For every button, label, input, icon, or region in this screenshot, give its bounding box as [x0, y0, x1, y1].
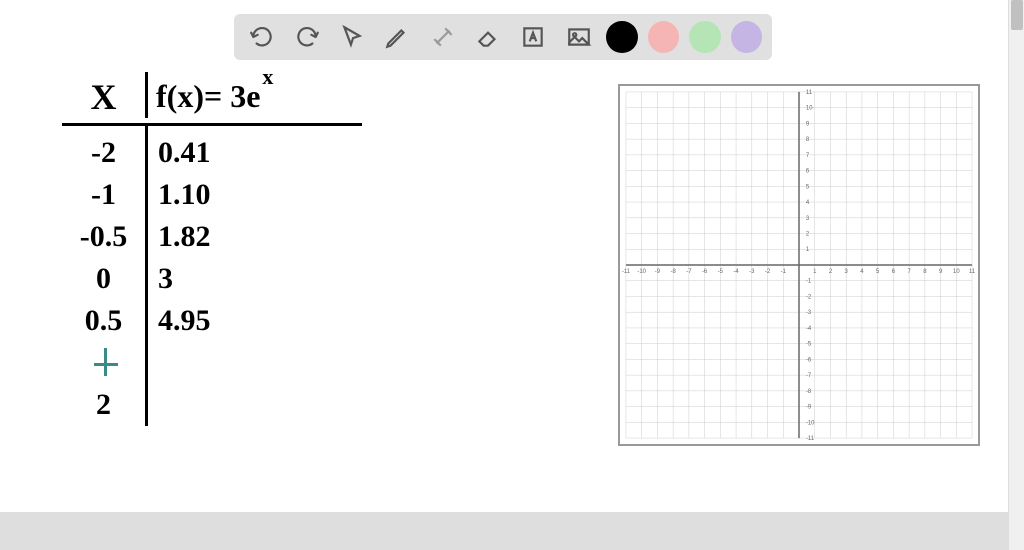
- x-val: 2: [96, 384, 111, 426]
- fx-val: [158, 384, 211, 426]
- svg-text:-2: -2: [765, 269, 770, 275]
- x-val: -0.5: [80, 216, 128, 258]
- svg-text:3: 3: [845, 269, 849, 275]
- fx-column: 0.41 1.10 1.82 3 4.95: [148, 126, 211, 426]
- svg-text:-5: -5: [806, 342, 812, 348]
- svg-text:-4: -4: [733, 269, 739, 275]
- drawing-toolbar: [234, 14, 772, 60]
- header-fx-exp: x: [262, 64, 273, 90]
- svg-text:-7: -7: [686, 269, 691, 275]
- text-icon: [520, 24, 546, 50]
- one-with-cross: [100, 342, 108, 384]
- color-purple[interactable]: [731, 21, 762, 53]
- x-column: -2 -1 -0.5 0 0.5 2: [62, 126, 148, 426]
- svg-text:9: 9: [939, 269, 943, 275]
- vertical-scrollbar[interactable]: [1008, 0, 1024, 550]
- svg-text:2: 2: [829, 269, 832, 275]
- svg-text:10: 10: [953, 269, 960, 275]
- x-val: 0.5: [85, 300, 123, 342]
- svg-text:8: 8: [923, 269, 927, 275]
- svg-text:-10: -10: [637, 269, 646, 275]
- svg-text:2: 2: [806, 232, 809, 238]
- eraser-icon: [475, 24, 501, 50]
- eraser-button[interactable]: [468, 17, 507, 57]
- header-x: X: [62, 72, 148, 118]
- svg-text:4: 4: [860, 269, 864, 275]
- svg-text:1: 1: [813, 269, 816, 275]
- svg-text:-11: -11: [622, 269, 630, 275]
- svg-text:-8: -8: [671, 269, 677, 275]
- svg-text:-9: -9: [655, 269, 661, 275]
- fx-val: 1.10: [158, 174, 211, 216]
- svg-text:-3: -3: [806, 310, 812, 316]
- scrollbar-thumb[interactable]: [1011, 0, 1023, 30]
- x-val: 0: [96, 258, 111, 300]
- table-body: -2 -1 -0.5 0 0.5 2 0.41 1.10 1.82 3 4.95: [62, 126, 362, 426]
- svg-text:-5: -5: [718, 269, 724, 275]
- color-green[interactable]: [689, 21, 720, 53]
- svg-text:7: 7: [907, 269, 910, 275]
- svg-text:5: 5: [806, 184, 810, 190]
- undo-icon: [249, 24, 275, 50]
- header-fx-main: f(x)= 3e: [156, 78, 260, 114]
- color-pink[interactable]: [648, 21, 679, 53]
- image-icon: [566, 24, 592, 50]
- svg-text:-10: -10: [806, 420, 815, 426]
- handwritten-table: X f(x)= 3ex -2 -1 -0.5 0 0.5 2 0.41 1.10…: [62, 72, 362, 472]
- svg-text:-3: -3: [749, 269, 755, 275]
- pointer-button[interactable]: [333, 17, 372, 57]
- x-val: -1: [91, 174, 116, 216]
- x-val: -2: [91, 132, 116, 174]
- redo-button[interactable]: [287, 17, 326, 57]
- text-button[interactable]: [514, 17, 553, 57]
- svg-text:4: 4: [806, 200, 810, 206]
- image-button[interactable]: [559, 17, 598, 57]
- svg-text:11: 11: [969, 269, 975, 275]
- fx-val: 0.41: [158, 132, 211, 174]
- pencil-button[interactable]: [378, 17, 417, 57]
- svg-text:5: 5: [876, 269, 880, 275]
- svg-text:10: 10: [806, 106, 813, 112]
- svg-text:-11: -11: [806, 436, 814, 442]
- svg-text:8: 8: [806, 137, 810, 143]
- svg-text:3: 3: [806, 216, 810, 222]
- grid-svg: -11-10-9-8-7-6-5-4-3-2-11234567891011-11…: [620, 86, 978, 444]
- header-fx: f(x)= 3ex: [148, 72, 260, 115]
- svg-text:6: 6: [892, 269, 896, 275]
- svg-text:1: 1: [806, 247, 809, 253]
- coordinate-grid: -11-10-9-8-7-6-5-4-3-2-11234567891011-11…: [618, 84, 980, 446]
- table-header: X f(x)= 3ex: [62, 72, 362, 126]
- color-black[interactable]: [606, 21, 637, 53]
- svg-text:-6: -6: [806, 357, 812, 363]
- pencil-icon: [384, 24, 410, 50]
- svg-text:-7: -7: [806, 373, 811, 379]
- svg-text:-1: -1: [806, 279, 811, 285]
- footer-shadow: [0, 512, 1024, 550]
- svg-text:-8: -8: [806, 389, 812, 395]
- undo-button[interactable]: [242, 17, 281, 57]
- fx-val: 3: [158, 258, 211, 300]
- svg-text:-9: -9: [806, 405, 812, 411]
- svg-text:-6: -6: [702, 269, 708, 275]
- tools-button[interactable]: [423, 17, 462, 57]
- fx-val: 1.82: [158, 216, 211, 258]
- svg-text:-4: -4: [806, 326, 812, 332]
- svg-text:11: 11: [806, 90, 812, 96]
- fx-val: [158, 342, 211, 384]
- svg-text:-2: -2: [806, 294, 811, 300]
- redo-icon: [294, 24, 320, 50]
- fx-val: 4.95: [158, 300, 211, 342]
- svg-text:7: 7: [806, 153, 809, 159]
- svg-text:-1: -1: [781, 269, 786, 275]
- x-val: [100, 342, 108, 384]
- svg-text:9: 9: [806, 121, 810, 127]
- pointer-icon: [339, 24, 365, 50]
- tools-icon: [430, 24, 456, 50]
- svg-text:6: 6: [806, 169, 810, 175]
